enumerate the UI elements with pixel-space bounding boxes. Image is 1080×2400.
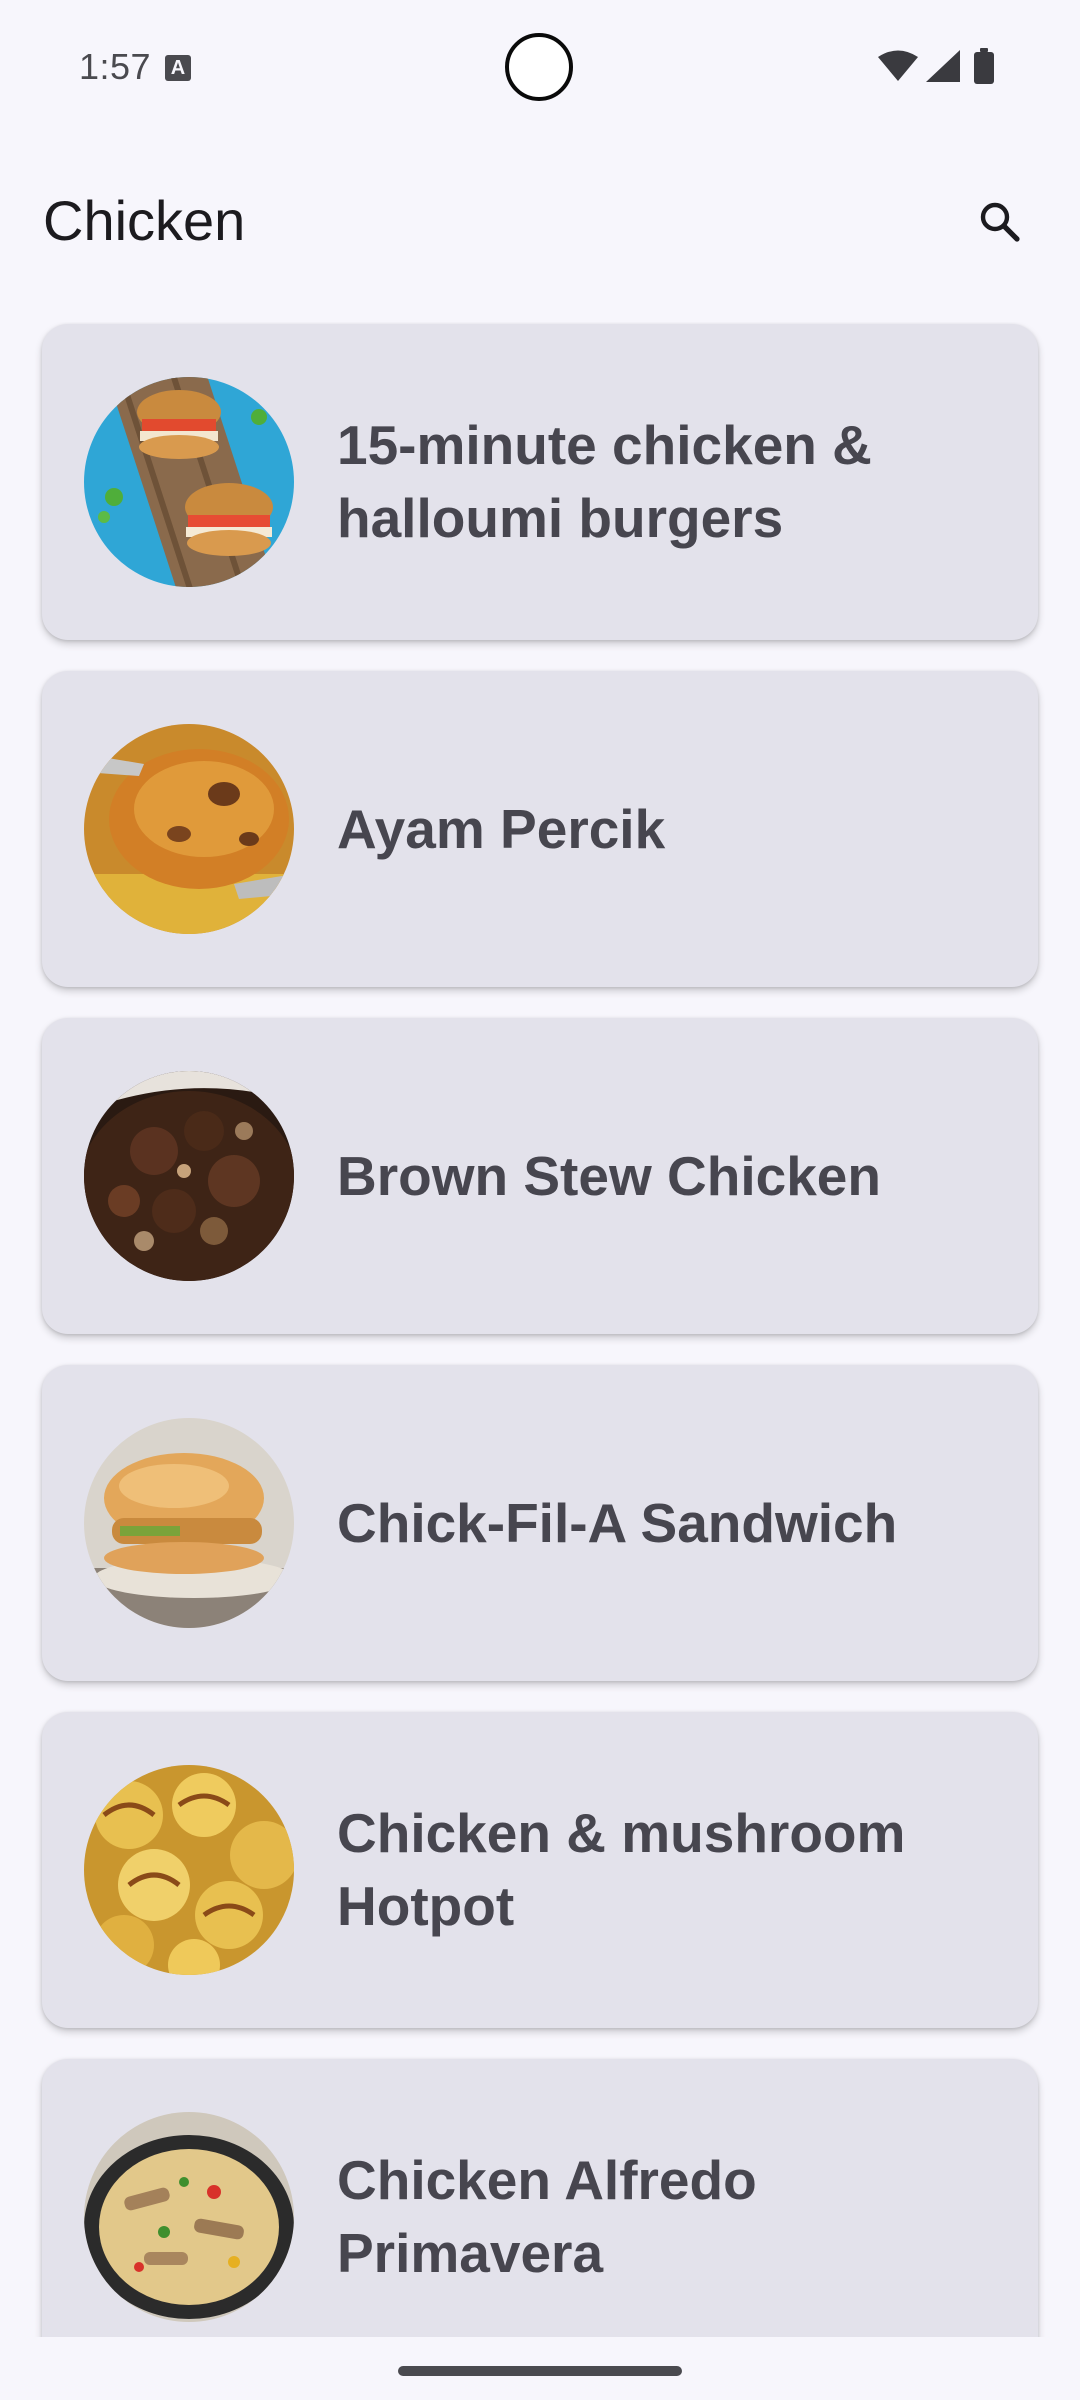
a-notification-label: A [170, 57, 186, 79]
recipe-list[interactable]: 15-minute chicken & halloumi burgers Aya… [0, 322, 1080, 2337]
recipe-title: Chicken Alfredo Primavera [337, 2149, 757, 2284]
search-icon [980, 202, 1020, 242]
wifi-icon [878, 50, 918, 81]
a-notification-icon: A [165, 55, 191, 81]
battery-icon [974, 48, 994, 84]
gesture-handle[interactable] [398, 2366, 682, 2376]
status-icons [878, 48, 1008, 88]
recipe-title: Chick-Fil-A Sandwich [337, 1491, 898, 1554]
page-title: Chicken [43, 189, 246, 252]
recipe-thumbnail [84, 2112, 294, 2322]
recipe-card[interactable]: Chick-Fil-A Sandwich [42, 1365, 1038, 1681]
recipe-thumbnail [84, 1765, 294, 1975]
status-bar: 1:57 A [0, 0, 1080, 134]
recipe-title: Chicken & mushroom Hotpot [337, 1802, 906, 1937]
recipe-card[interactable]: Brown Stew Chicken [42, 1018, 1038, 1334]
recipe-thumbnail [84, 1418, 294, 1628]
recipe-card[interactable]: 15-minute chicken & halloumi burgers [42, 324, 1038, 640]
recipe-thumbnail [84, 377, 294, 587]
camera-cutout [505, 33, 573, 101]
signal-icon [926, 50, 960, 82]
recipe-title: Brown Stew Chicken [337, 1144, 881, 1207]
recipe-card[interactable]: Chicken & mushroom Hotpot [42, 1712, 1038, 2028]
search-button[interactable] [964, 186, 1036, 258]
status-time: 1:57 [79, 46, 152, 87]
recipe-card[interactable]: Ayam Percik [42, 671, 1038, 987]
recipe-title: 15-minute chicken & halloumi burgers [337, 414, 872, 549]
recipe-thumbnail [84, 1071, 294, 1281]
recipe-thumbnail [84, 724, 294, 934]
recipe-card[interactable]: Chicken Alfredo Primavera [42, 2059, 1038, 2337]
recipe-title: Ayam Percik [337, 797, 666, 860]
top-app-bar: Chicken [0, 150, 1080, 290]
